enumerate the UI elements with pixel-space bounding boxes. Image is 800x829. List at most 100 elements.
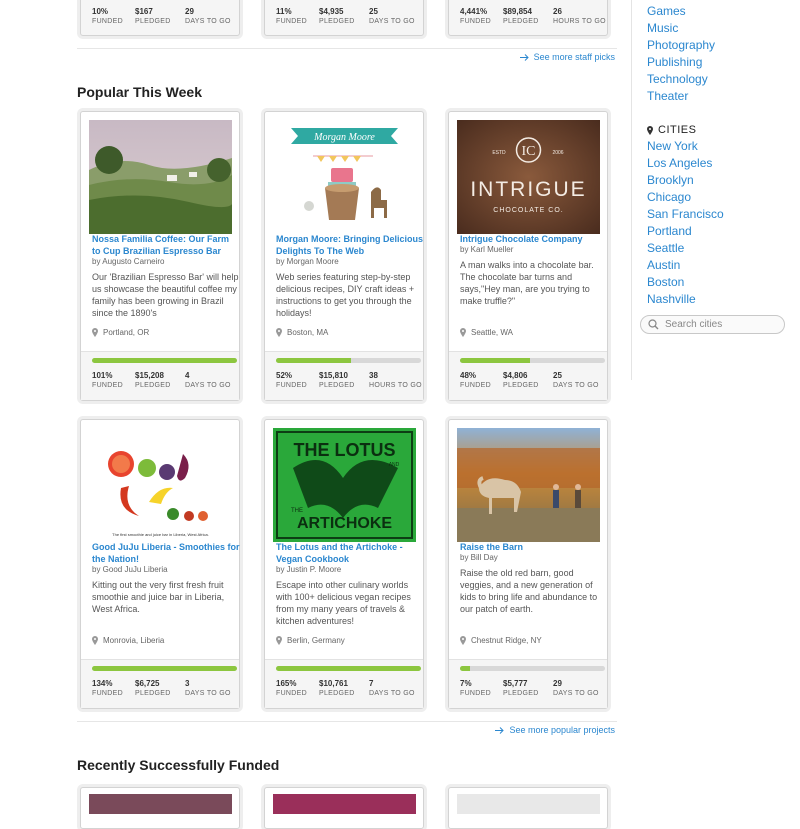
project-title-link[interactable]: Morgan Moore: Bringing Delicious Delight… [276,233,424,257]
project-title-link[interactable]: Good JuJu Liberia - Smoothies for the Na… [92,541,240,565]
city-link-seattle[interactable]: Seattle [647,240,800,257]
stat-funded: 52% FUNDED [276,371,307,389]
project-stats: 165% FUNDED $10,761 PLEDGED 7 DAYS TO GO [265,659,423,708]
project-card[interactable]: Nossa Familia Coffee: Our Farm to Cup Br… [80,111,240,401]
progress-fill [92,666,237,671]
city-link-austin[interactable]: Austin [647,257,800,274]
project-location[interactable]: Seattle, WA [460,328,513,337]
arrow-right-icon [519,53,529,61]
project-image[interactable]: IC ESTD 2006 INTRIGUE CHOCOLATE CO. [457,120,600,234]
stat-days: 29 DAYS TO GO [185,7,231,25]
project-location[interactable]: Berlin, Germany [276,636,345,645]
location-label: Berlin, Germany [287,636,345,645]
art-title-top: THE LOTUS [294,440,396,460]
progress-fill [460,358,530,363]
project-title-link[interactable]: Raise the Barn [460,541,608,553]
stat-days: 7 DAYS TO GO [369,679,415,697]
logo-year: 2006 [552,150,563,156]
image-caption: The first smoothie and juice bar in Libe… [112,532,209,537]
stat-funded: 101% FUNDED [92,371,123,389]
city-link-los-angeles[interactable]: Los Angeles [647,155,800,172]
stat-pledged: $89,854 PLEDGED [503,7,539,25]
stat-days: 29 DAYS TO GO [553,679,599,697]
progress-fill [92,358,237,363]
location-label: Monrovia, Liberia [103,636,165,645]
project-image[interactable] [273,794,416,814]
staff-pick-card-2[interactable]: 11% FUNDED $4,935 PLEDGED 25 DAYS TO GO [264,0,424,36]
category-link-technology[interactable]: Technology [647,71,800,88]
project-stats: 101% FUNDED $15,208 PLEDGED 4 DAYS TO GO [81,351,239,400]
project-card[interactable] [80,787,240,829]
project-title-link[interactable]: Nossa Familia Coffee: Our Farm to Cup Br… [92,233,240,257]
stat-funded: 4,441% FUNDED [460,7,491,25]
city-link-nashville[interactable]: Nashville [647,291,800,308]
progress-bar [92,666,237,671]
category-list: Games Music Photography Publishing Techn… [632,3,800,105]
project-location[interactable]: Portland, OR [92,328,149,337]
project-title-link[interactable]: Intrigue Chocolate Company [460,233,608,245]
category-link-music[interactable]: Music [647,20,800,37]
project-blurb: Web series featuring step-by-step delici… [276,272,415,318]
project-image[interactable]: Morgan Moore [273,120,416,234]
section-title-popular: Popular This Week [77,84,202,100]
stat-funded: 134% FUNDED [92,679,123,697]
category-link-publishing[interactable]: Publishing [647,54,800,71]
map-pin-icon [276,328,282,337]
progress-fill [276,358,352,363]
see-more-staff-picks-link[interactable]: See more staff picks [519,52,615,62]
project-creator: by Augusto Carneiro [92,257,165,266]
see-more-popular-link[interactable]: See more popular projects [495,725,615,735]
project-image[interactable] [457,428,600,542]
project-card[interactable]: THE LOTUS AND THE ARTICHOKE The Lotus an… [264,419,424,709]
project-card[interactable]: The first smoothie and juice bar in Libe… [80,419,240,709]
city-link-new-york[interactable]: New York [647,138,800,155]
project-image[interactable] [89,794,232,814]
project-card[interactable]: Morgan Moore Morgan Moore: Bringing Deli… [264,111,424,401]
project-card[interactable] [264,787,424,829]
project-stats: 134% FUNDED $6,725 PLEDGED 3 DAYS TO GO [81,659,239,708]
progress-bar [276,666,421,671]
art-title-bottom: ARTICHOKE [297,515,392,532]
city-search-box[interactable] [640,315,785,334]
project-location[interactable]: Monrovia, Liberia [92,636,164,645]
project-card[interactable]: Raise the Barn by Bill Day Raise the old… [448,419,608,709]
staff-pick-card-3[interactable]: 4,441% FUNDED $89,854 PLEDGED 26 HOURS TO G… [448,0,608,36]
progress-bar [92,358,237,363]
stat-funded: 10% FUNDED [92,7,123,25]
project-card[interactable] [448,787,608,829]
category-link-games[interactable]: Games [647,3,800,20]
staff-pick-card-1[interactable]: 10% FUNDED $167 PLEDGED 29 DAYS TO GO [80,0,240,36]
category-link-photography[interactable]: Photography [647,37,800,54]
stat-days: 3 DAYS TO GO [185,679,231,697]
divider [77,48,617,49]
project-location[interactable]: Boston, MA [276,328,328,337]
city-link-chicago[interactable]: Chicago [647,189,800,206]
city-link-portland[interactable]: Portland [647,223,800,240]
stat-pledged: $167 PLEDGED [135,7,171,25]
city-link-brooklyn[interactable]: Brooklyn [647,172,800,189]
progress-bar [460,666,605,671]
stat-days: 4 DAYS TO GO [185,371,231,389]
project-card[interactable]: IC ESTD 2006 INTRIGUE CHOCOLATE CO. Intr… [448,111,608,401]
stat-pledged: $6,725 PLEDGED [135,679,171,697]
project-blurb: Kitting out the very first fresh fruit s… [92,580,225,614]
category-link-theater[interactable]: Theater [647,88,800,105]
project-image[interactable] [89,120,232,234]
stat-pledged: $10,761 PLEDGED [319,679,355,697]
project-blurb: Our 'Brazilian Espresso Bar' will help u… [92,272,239,318]
city-link-san-francisco[interactable]: San Francisco [647,206,800,223]
sidebar: Games Music Photography Publishing Techn… [631,0,800,380]
art-the: THE [291,508,303,514]
project-location[interactable]: Chestnut Ridge, NY [460,636,542,645]
project-image[interactable] [457,794,600,814]
project-image[interactable]: THE LOTUS AND THE ARTICHOKE [273,428,416,542]
stat-pledged: $15,810 PLEDGED [319,371,355,389]
city-search-input[interactable] [665,319,775,330]
map-pin-icon [276,636,282,645]
project-creator: by Morgan Moore [276,257,339,266]
project-image[interactable]: The first smoothie and juice bar in Libe… [89,428,232,542]
city-link-boston[interactable]: Boston [647,274,800,291]
project-title-link[interactable]: The Lotus and the Artichoke - Vegan Cook… [276,541,424,565]
svg-text:IC: IC [522,144,536,159]
project-blurb: Raise the old red barn, good veggies, an… [460,568,598,614]
